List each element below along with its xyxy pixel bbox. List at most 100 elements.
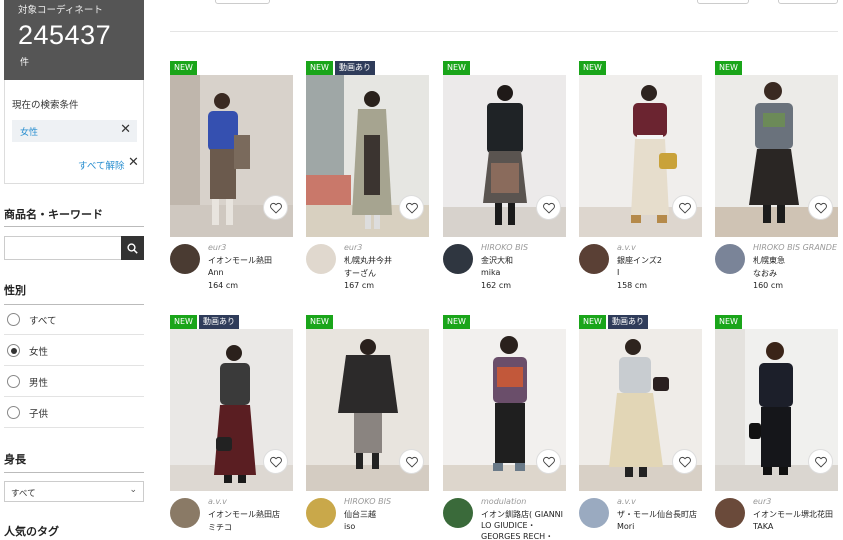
staff-name[interactable]: Mori [617,522,634,531]
search-conditions-box: 現在の検索条件 女性 ✕ すべて解除 ✕ [4,80,144,184]
condition-chip-label: 女性 [20,128,39,138]
divider [4,226,144,227]
coordinate-card[interactable]: NEW eur3 イオンモール熱田 Ann 164 cm [170,61,293,311]
top-filter-button[interactable] [778,0,838,4]
staff-avatar[interactable] [170,244,200,274]
radio-button[interactable] [7,313,20,326]
gender-option-label: 子供 [29,409,49,420]
card-badges: NEW [170,61,197,75]
brand-name[interactable]: HIROKO BIS [344,497,391,506]
staff-avatar[interactable] [443,244,473,274]
clear-all-close-icon[interactable]: ✕ [128,156,139,170]
brand-name[interactable]: HIROKO BIS [481,243,528,252]
new-badge: NEW [306,61,333,75]
top-sort-button[interactable] [215,0,270,4]
coordinate-card[interactable]: NEW a.v.v 銀座インズ2 I 158 cm [579,61,702,311]
search-button[interactable] [121,236,144,260]
gender-option-female[interactable]: 女性 [4,336,144,366]
video-badge: 動画あり [607,315,648,329]
staff-name[interactable]: ミチコ [208,522,232,533]
staff-avatar[interactable] [715,244,745,274]
gender-option-kids[interactable]: 子供 [4,398,144,428]
top-view-button[interactable] [697,0,749,4]
staff-avatar[interactable] [715,498,745,528]
staff-name[interactable]: なおみ [753,268,777,279]
staff-avatar[interactable] [579,244,609,274]
brand-name[interactable]: a.v.v [208,497,227,506]
card-badges: NEW 動画あり [579,315,648,329]
result-count-box: 対象コーディネート 245437 件 [4,0,144,80]
brand-name[interactable]: eur3 [208,243,226,252]
shop-name[interactable]: イオンモール熱田店 [208,509,280,520]
shop-name[interactable]: 仙台三越 [344,509,376,520]
clear-all-link[interactable]: すべて解除 [78,158,124,172]
favorite-heart-icon[interactable] [808,449,833,474]
radio-button[interactable] [7,375,20,388]
brand-name[interactable]: eur3 [753,497,771,506]
card-badges: NEW [306,315,333,329]
search-conditions-title: 現在の検索条件 [12,100,79,111]
staff-height: 164 cm [208,281,239,290]
new-badge: NEW [715,315,742,329]
gender-option-label: 女性 [29,347,49,358]
brand-name[interactable]: modulation [481,497,526,506]
staff-avatar[interactable] [306,244,336,274]
divider [4,472,144,473]
coordinate-card[interactable]: NEW 動画あり a.v.v イオンモール熱田店 ミチコ [170,315,293,540]
keyword-search-input[interactable] [4,236,122,260]
favorite-heart-icon[interactable] [536,195,561,220]
coordinate-card[interactable]: NEW 動画あり eur3 札幌丸井今井 すーざん 167 cm [306,61,429,311]
new-badge: NEW [715,61,742,75]
gender-option-all[interactable]: すべて [4,305,144,335]
favorite-heart-icon[interactable] [399,449,424,474]
radio-button[interactable] [7,406,20,419]
staff-name[interactable]: I [617,268,619,277]
favorite-heart-icon[interactable] [263,449,288,474]
staff-name[interactable]: Ann [208,268,224,277]
staff-avatar[interactable] [579,498,609,528]
brand-name[interactable]: a.v.v [617,497,636,506]
brand-name[interactable]: a.v.v [617,243,636,252]
radio-button-selected[interactable] [7,344,20,357]
card-badges: NEW [715,315,742,329]
height-select[interactable]: すべて ⌄ [4,481,144,502]
shop-name[interactable]: 札幌丸井今井 [344,255,392,266]
coordinate-card[interactable]: NEW HIROKO BIS 金沢大和 mika 162 cm [443,61,566,311]
remove-condition-close-icon[interactable]: ✕ [120,123,131,137]
favorite-heart-icon[interactable] [536,449,561,474]
result-count: 245437 [18,20,112,50]
favorite-heart-icon[interactable] [808,195,833,220]
brand-name[interactable]: eur3 [344,243,362,252]
staff-name[interactable]: TAKA [753,522,773,531]
gender-option-label: すべて [29,316,57,327]
shop-name[interactable]: イオン釧路店( GIANNI LO GIUDICE・GEORGES RECH・ [481,509,567,540]
shop-name[interactable]: 札幌東急 [753,255,785,266]
shop-name[interactable]: イオンモール堺北花田 [753,509,833,520]
coordinate-card[interactable]: NEW HIROKO BIS 仙台三越 iso [306,315,429,540]
staff-avatar[interactable] [170,498,200,528]
coordinate-card[interactable]: NEW eur3 イオンモール堺北花田 TAKA [715,315,838,540]
coordinate-card[interactable]: NEW HIROKO BIS GRANDE 札幌東急 なおみ 160 cm [715,61,838,311]
staff-avatar[interactable] [443,498,473,528]
brand-name[interactable]: HIROKO BIS GRANDE [753,243,837,252]
coordinate-card[interactable]: NEW 動画あり a.v.v ザ・モール仙台長町店 Mori [579,315,702,540]
shop-name[interactable]: 銀座インズ2 [617,255,662,266]
gender-option-male[interactable]: 男性 [4,367,144,397]
coordinate-card[interactable]: NEW modulation イオン釧路店( GIANNI LO GIUDICE… [443,315,566,540]
video-badge: 動画あり [198,315,239,329]
staff-name[interactable]: mika [481,268,500,277]
shop-name[interactable]: ザ・モール仙台長町店 [617,509,697,520]
favorite-heart-icon[interactable] [672,449,697,474]
new-badge: NEW [443,315,470,329]
new-badge: NEW [443,61,470,75]
staff-name[interactable]: すーざん [344,268,376,279]
staff-height: 158 cm [617,281,648,290]
shop-name[interactable]: 金沢大和 [481,255,513,266]
staff-avatar[interactable] [306,498,336,528]
result-count-unit: 件 [20,58,30,68]
favorite-heart-icon[interactable] [263,195,288,220]
favorite-heart-icon[interactable] [399,195,424,220]
favorite-heart-icon[interactable] [672,195,697,220]
staff-name[interactable]: iso [344,522,355,531]
shop-name[interactable]: イオンモール熱田 [208,255,272,266]
